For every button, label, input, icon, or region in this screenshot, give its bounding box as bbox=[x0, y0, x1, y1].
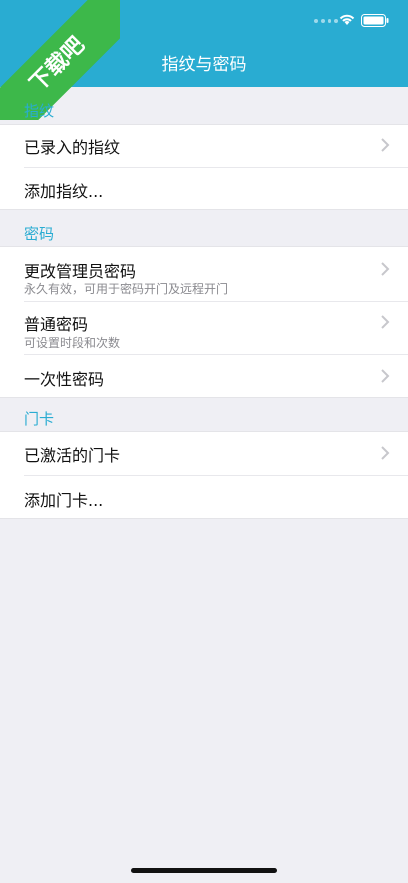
row-change-admin-password[interactable]: 更改管理员密码 永久有效，可用于密码开门及远程开门 bbox=[0, 247, 408, 301]
page-title: 指纹与密码 bbox=[161, 55, 247, 75]
chevron-right-icon bbox=[381, 138, 390, 152]
door-card-group: 已激活的门卡 添加门卡... bbox=[0, 431, 408, 519]
cellular-signal-icon bbox=[314, 18, 338, 24]
password-group: 更改管理员密码 永久有效，可用于密码开门及远程开门 普通密码 可设置时段和次数 … bbox=[0, 246, 408, 398]
row-subtitle: 永久有效，可用于密码开门及远程开门 bbox=[24, 282, 229, 296]
row-subtitle: 可设置时段和次数 bbox=[24, 336, 121, 350]
row-label: 添加指纹... bbox=[24, 182, 104, 201]
battery-icon bbox=[361, 14, 389, 27]
chevron-right-icon bbox=[381, 262, 390, 276]
row-label: 已录入的指纹 bbox=[24, 138, 121, 157]
row-normal-password[interactable]: 普通密码 可设置时段和次数 bbox=[0, 302, 408, 354]
row-add-door-card[interactable]: 添加门卡... bbox=[0, 476, 408, 519]
chevron-right-icon bbox=[381, 369, 390, 383]
navigation-header: 指纹与密码 bbox=[0, 0, 408, 87]
row-label: 已激活的门卡 bbox=[24, 446, 121, 465]
row-activated-door-cards[interactable]: 已激活的门卡 bbox=[0, 432, 408, 475]
row-enrolled-fingerprints[interactable]: 已录入的指纹 bbox=[0, 125, 408, 167]
row-one-time-password[interactable]: 一次性密码 bbox=[0, 355, 408, 398]
home-indicator[interactable] bbox=[131, 868, 277, 873]
row-add-fingerprint[interactable]: 添加指纹... bbox=[0, 168, 408, 210]
row-label: 普通密码 bbox=[24, 315, 89, 334]
wifi-icon bbox=[339, 14, 355, 25]
status-bar bbox=[0, 0, 408, 44]
row-label: 添加门卡... bbox=[24, 491, 104, 510]
chevron-right-icon bbox=[381, 315, 390, 329]
fingerprint-group: 已录入的指纹 添加指纹... bbox=[0, 124, 408, 210]
row-label: 一次性密码 bbox=[24, 370, 105, 389]
chevron-right-icon bbox=[381, 446, 390, 460]
row-label: 更改管理员密码 bbox=[24, 262, 137, 281]
